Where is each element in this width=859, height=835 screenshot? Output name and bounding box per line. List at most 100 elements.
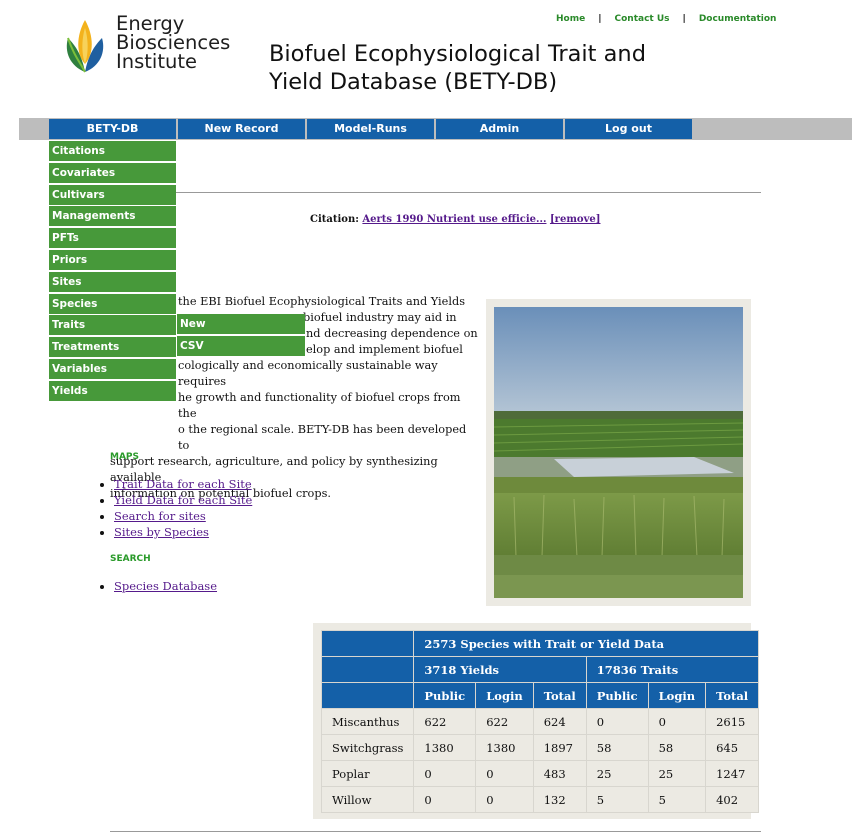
table-cell: 25 xyxy=(647,760,707,787)
table-header-blank xyxy=(320,682,415,709)
menu-item-treatments[interactable]: Treatments xyxy=(49,337,176,358)
table-cell: 0 xyxy=(413,786,477,813)
column-header: Login xyxy=(647,682,707,709)
logo-text: Energy Biosciences Institute xyxy=(116,14,230,73)
table-cell: 1380 xyxy=(475,734,534,761)
ebi-logo[interactable]: Energy Biosciences Institute xyxy=(64,14,239,76)
citation-link[interactable]: Aerts 1990 Nutrient use efficie... xyxy=(362,214,546,225)
menu-item-citations[interactable]: Citations xyxy=(49,141,176,161)
table-cell: 132 xyxy=(532,786,587,813)
main-nav-bar: BETY-DB New Record Model-Runs Admin Log … xyxy=(19,118,852,140)
nav-bety-db[interactable]: BETY-DB xyxy=(49,119,176,139)
table-row: 2573 Species with Trait or Yield Data xyxy=(320,630,760,657)
divider xyxy=(176,192,761,193)
table-row: Poplar 0 0 483 25 25 1247 xyxy=(320,760,760,787)
nav-model-runs[interactable]: Model-Runs xyxy=(307,119,434,139)
nav-new-record[interactable]: New Record xyxy=(178,119,305,139)
site-title-line: Yield Database (BETY-DB) xyxy=(269,69,558,95)
logo-line: Institute xyxy=(116,50,197,73)
nav-admin[interactable]: Admin xyxy=(436,119,563,139)
separator: | xyxy=(682,14,686,24)
submenu-item-csv[interactable]: CSV xyxy=(177,335,305,356)
traits-header: 17836 Traits xyxy=(585,656,760,683)
column-header: Public xyxy=(413,682,477,709)
divider xyxy=(110,831,761,832)
species-name: Poplar xyxy=(320,760,415,787)
species-name: Switchgrass xyxy=(320,734,415,761)
menu-item-variables[interactable]: Variables xyxy=(49,358,176,379)
menu-item-cultivars[interactable]: Cultivars xyxy=(49,184,176,205)
species-database-link[interactable]: Species Database xyxy=(114,579,217,593)
menu-item-priors[interactable]: Priors xyxy=(49,249,176,270)
table-cell: 58 xyxy=(585,734,649,761)
sites-by-species-link[interactable]: Sites by Species xyxy=(114,525,209,539)
contact-us-link[interactable]: Contact Us xyxy=(615,14,670,24)
separator: | xyxy=(598,14,602,24)
citation-bar: Citation: Aerts 1990 Nutrient use effici… xyxy=(310,214,600,225)
bety-db-dropdown-menu: Citations Covariates Cultivars Managemen… xyxy=(49,141,176,403)
list-item: Search for sites xyxy=(114,508,252,524)
column-header: Login xyxy=(475,682,534,709)
list-item: Sites by Species xyxy=(114,524,252,540)
table-cell: 622 xyxy=(475,708,534,735)
species-summary-panel: 2573 Species with Trait or Yield Data 37… xyxy=(313,623,760,819)
trait-data-link[interactable]: Trait Data for each Site xyxy=(114,477,252,491)
species-count-header: 2573 Species with Trait or Yield Data xyxy=(413,630,760,657)
remove-citation-link[interactable]: [remove] xyxy=(550,214,601,225)
table-row: 3718 Yields 17836 Traits xyxy=(320,656,760,683)
yields-header: 3718 Yields xyxy=(413,656,587,683)
menu-item-pfts[interactable]: PFTs xyxy=(49,228,176,249)
table-cell: 25 xyxy=(585,760,649,787)
table-cell: 1247 xyxy=(705,760,760,787)
table-cell: 5 xyxy=(585,786,649,813)
yield-data-link[interactable]: Yield Data for each Site xyxy=(114,493,252,507)
menu-item-traits[interactable]: Traits xyxy=(49,315,176,336)
species-table: 2573 Species with Trait or Yield Data 37… xyxy=(320,630,760,813)
table-cell: 58 xyxy=(647,734,707,761)
table-cell: 2615 xyxy=(705,708,760,735)
column-header: Total xyxy=(705,682,760,709)
table-cell: 0 xyxy=(475,760,534,787)
menu-item-covariates[interactable]: Covariates xyxy=(49,162,176,183)
table-cell: 402 xyxy=(705,786,760,813)
table-cell: 1897 xyxy=(532,734,587,761)
table-cell: 0 xyxy=(585,708,649,735)
search-sites-link[interactable]: Search for sites xyxy=(114,509,206,523)
table-cell: 0 xyxy=(475,786,534,813)
species-name: Willow xyxy=(320,786,415,813)
table-cell: 645 xyxy=(705,734,760,761)
table-cell: 0 xyxy=(647,708,707,735)
list-item: Yield Data for each Site xyxy=(114,492,252,508)
menu-item-species[interactable]: Species xyxy=(49,293,176,314)
table-row: Switchgrass 1380 1380 1897 58 58 645 xyxy=(320,734,760,761)
search-link-list: Species Database xyxy=(96,578,217,594)
table-cell: 624 xyxy=(532,708,587,735)
list-item: Trait Data for each Site xyxy=(114,476,252,492)
table-row: Miscanthus 622 622 624 0 0 2615 xyxy=(320,708,760,735)
table-cell: 0 xyxy=(413,760,477,787)
documentation-link[interactable]: Documentation xyxy=(699,14,777,24)
citation-label: Citation: xyxy=(310,214,359,225)
submenu-item-new[interactable]: New xyxy=(177,314,305,334)
photo-frame xyxy=(486,299,751,606)
table-cell: 1380 xyxy=(413,734,477,761)
leaf-logo-icon xyxy=(66,20,104,73)
table-row: Willow 0 0 132 5 5 402 xyxy=(320,786,760,813)
table-cell: 622 xyxy=(413,708,477,735)
traits-submenu: New CSV xyxy=(177,314,305,357)
menu-item-sites[interactable]: Sites xyxy=(49,271,176,292)
search-heading: SEARCH xyxy=(110,554,151,564)
menu-item-yields[interactable]: Yields xyxy=(49,380,176,401)
table-cell: 5 xyxy=(647,786,707,813)
site-title-line: Biofuel Ecophysiological Trait and xyxy=(269,41,646,67)
maps-link-list: Trait Data for each Site Yield Data for … xyxy=(96,476,252,540)
list-item: Species Database xyxy=(114,578,217,594)
column-header: Total xyxy=(532,682,587,709)
table-header-blank xyxy=(320,630,415,657)
menu-item-managements[interactable]: Managements xyxy=(49,206,176,227)
home-link[interactable]: Home xyxy=(556,14,585,24)
table-row: Public Login Total Public Login Total xyxy=(320,682,760,709)
maps-heading: MAPS xyxy=(110,452,139,462)
column-header: Public xyxy=(585,682,649,709)
nav-log-out[interactable]: Log out xyxy=(565,119,692,139)
